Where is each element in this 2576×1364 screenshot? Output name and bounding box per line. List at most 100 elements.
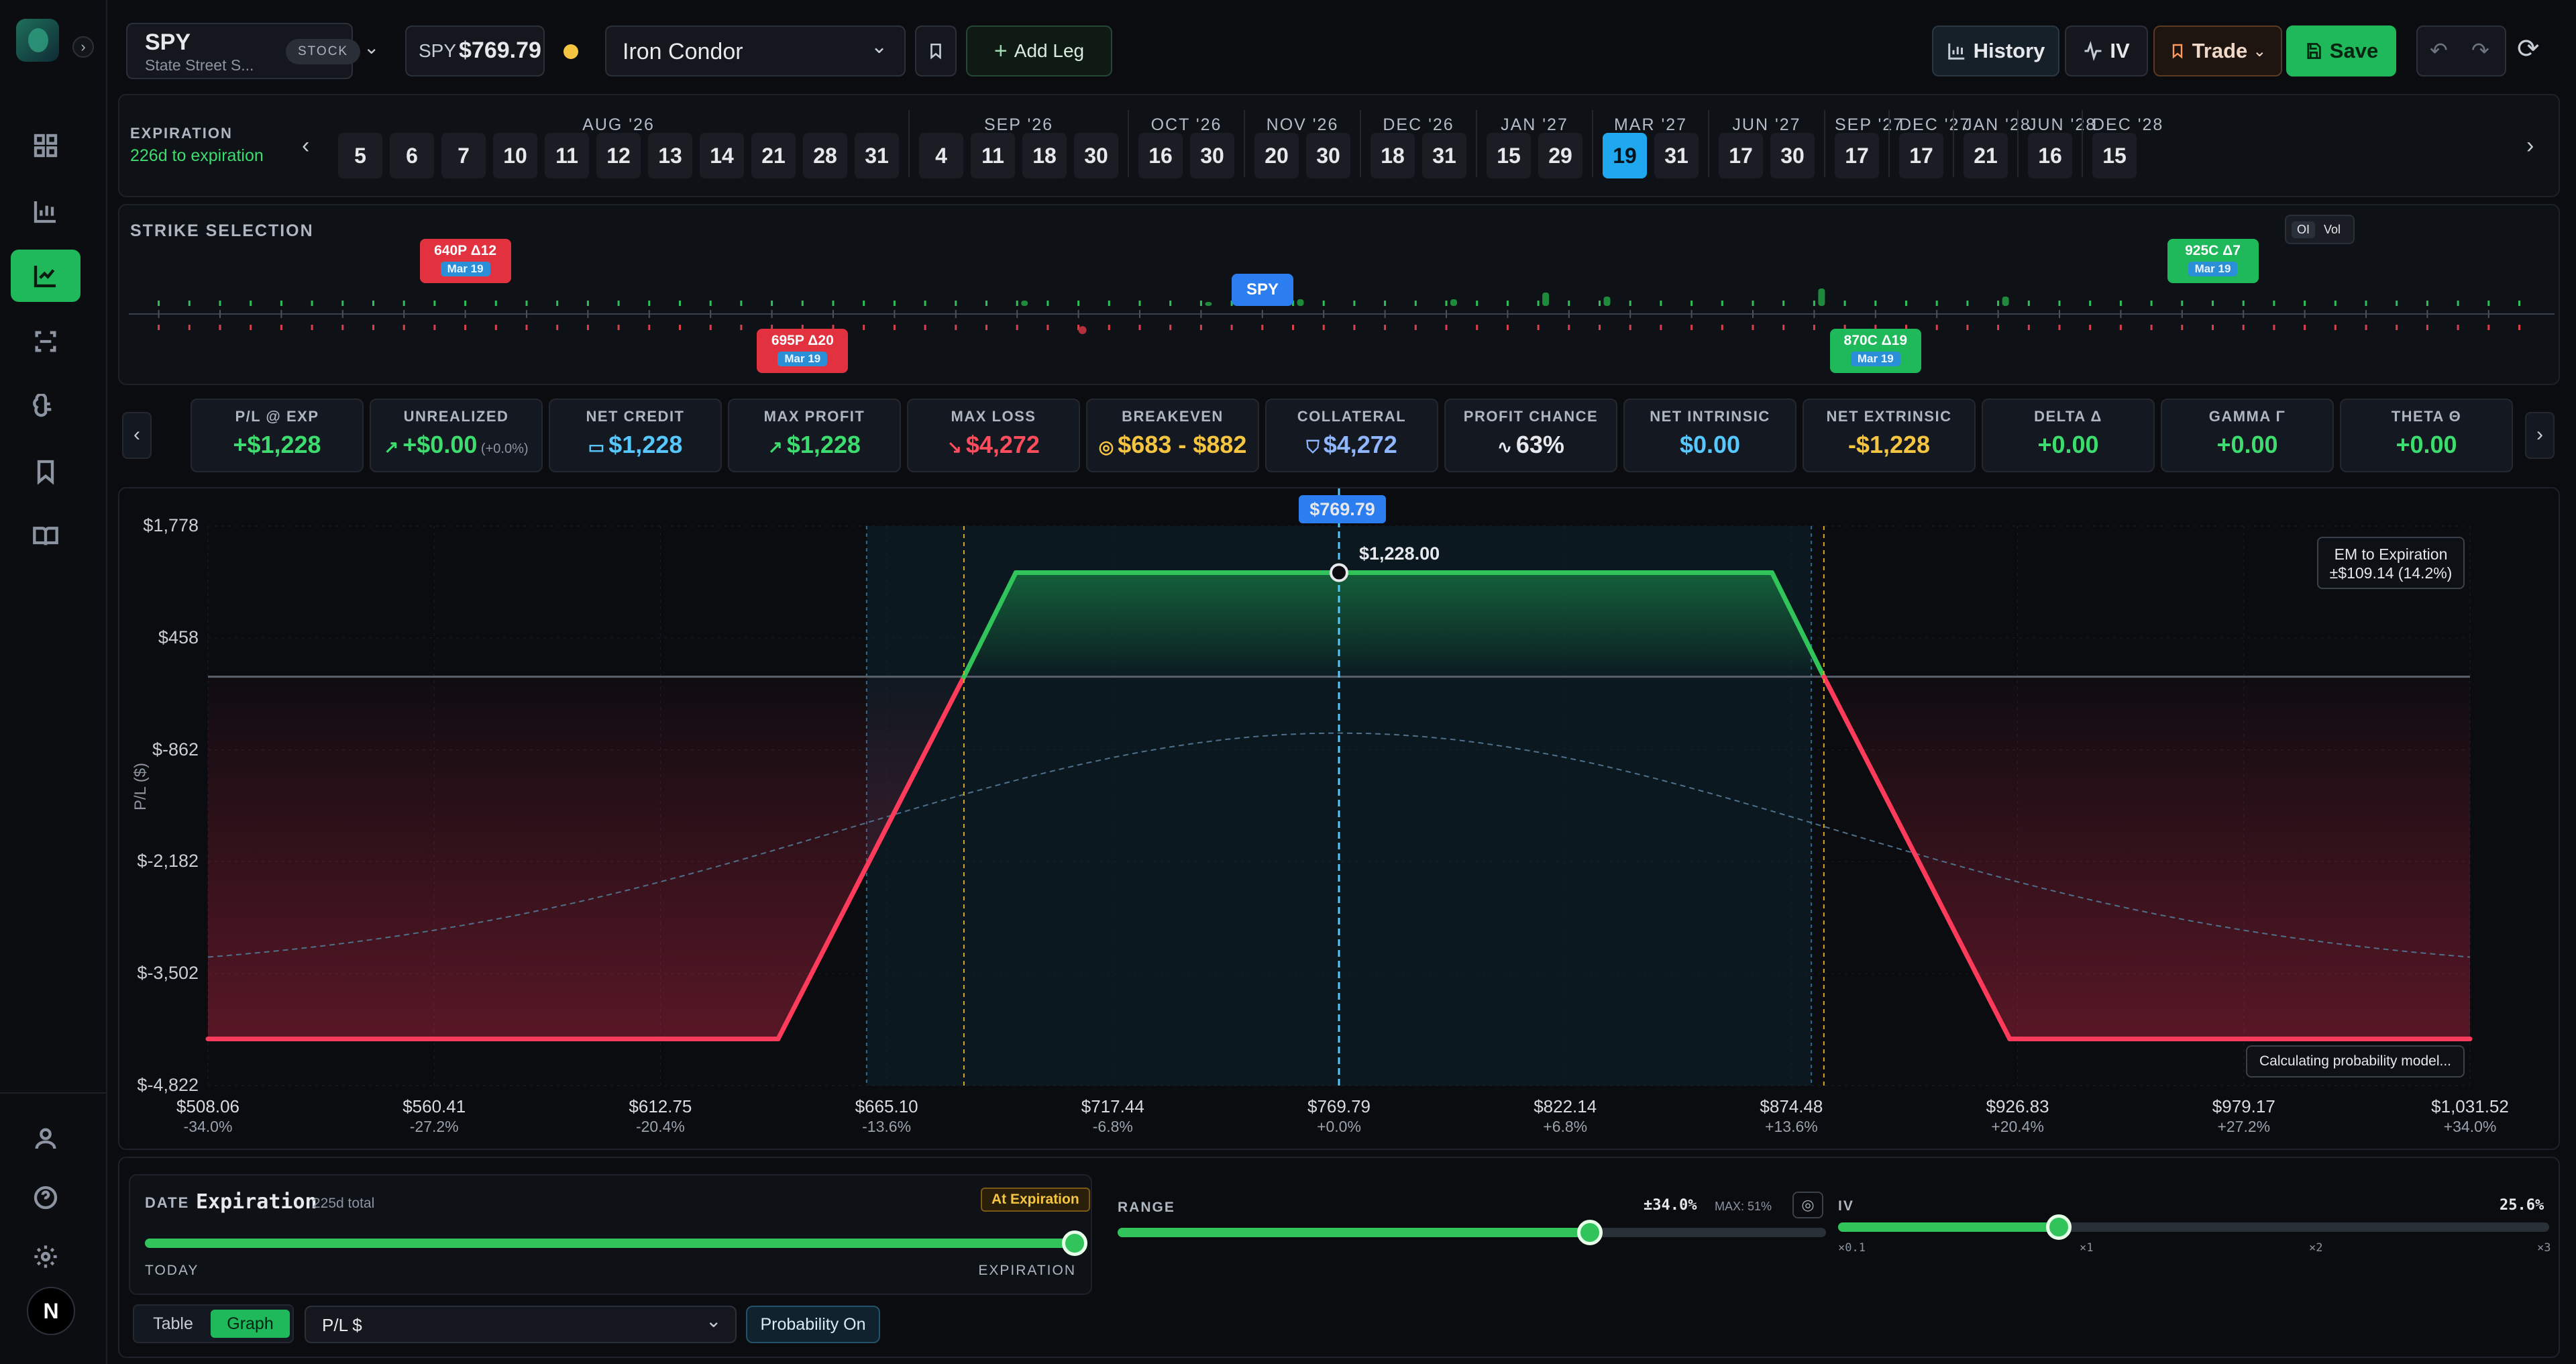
x-tick-price: $926.83 <box>1986 1096 2049 1116</box>
header-bar: SPY State Street S... STOCK ⌄ SPY $769.7… <box>118 9 2560 89</box>
rail-analytics[interactable] <box>11 185 80 238</box>
expiration-date-chip[interactable]: 5 <box>338 133 382 178</box>
expiration-date-chip[interactable]: 17 <box>1899 133 1943 178</box>
leg-tag-date: Mar 19 <box>2188 262 2238 276</box>
expiration-date-chip[interactable]: 30 <box>1770 133 1815 178</box>
metric-title: P/L @ EXP <box>235 408 319 425</box>
metric-value: ▭ $1,228 <box>550 431 720 459</box>
redo-icon[interactable]: ↷ <box>2471 38 2489 63</box>
iv-slider[interactable] <box>1838 1214 2549 1240</box>
expiration-date-chip[interactable]: 30 <box>1190 133 1234 178</box>
expiration-date-chip[interactable]: 17 <box>1835 133 1879 178</box>
x-axis-ticks: $508.06 -34.0% $560.41 -27.2% $612.75 -20.4% $… <box>119 488 2561 1151</box>
iv-slider-knob[interactable] <box>2045 1214 2072 1240</box>
x-tick-label: $822.14 +6.8% <box>1534 1096 1597 1137</box>
expiration-date-chip[interactable]: 12 <box>596 133 641 178</box>
line-chart-icon <box>34 266 56 288</box>
expiration-date-chip[interactable]: 16 <box>1138 133 1183 178</box>
spot-price-tag-label: $769.79 <box>1309 499 1375 519</box>
refresh-icon[interactable]: ⟳ <box>2517 34 2540 64</box>
app-root: › N SPY State Street S... STOCK ⌄ SPY $7… <box>0 0 2576 1364</box>
expiration-date-chip[interactable]: 15 <box>1487 133 1531 178</box>
expiration-date-chip[interactable]: 10 <box>493 133 537 178</box>
rail-scan[interactable] <box>11 315 80 368</box>
leg-tag[interactable]: 695P Δ20 Mar 19 <box>757 329 849 373</box>
metric-value: +0.00 <box>2162 431 2332 459</box>
expiration-date-chip[interactable]: 31 <box>855 133 899 178</box>
iv-button[interactable]: IV <box>2065 25 2148 76</box>
metric-value: ↘ $4,272 <box>908 431 1079 459</box>
month-label: JUN '27 <box>1732 115 1801 134</box>
expiration-date-chip[interactable]: 21 <box>751 133 796 178</box>
expand-sidebar-button[interactable]: › <box>72 36 94 58</box>
rail-profile[interactable] <box>11 1112 80 1165</box>
shield-icon: ⛉ <box>1306 437 1320 457</box>
expiration-date-chip[interactable]: 4 <box>919 133 963 178</box>
ticker-name: State Street S... <box>145 56 254 74</box>
rail-learn[interactable] <box>11 510 80 562</box>
expiration-date-chip[interactable]: 19 <box>1603 133 1647 178</box>
range-slider[interactable] <box>1118 1220 1826 1245</box>
x-tick-label: $508.06 -34.0% <box>176 1096 239 1137</box>
leg-tag[interactable]: 640P Δ12 Mar 19 <box>419 239 511 283</box>
expiration-date-chip[interactable]: 29 <box>1538 133 1582 178</box>
leg-tag-label: 870C Δ19 <box>1843 333 1908 348</box>
expected-move-box: EM to Expiration ±$109.14 (14.2%) <box>2317 537 2465 589</box>
rail-strategy[interactable] <box>11 250 80 302</box>
metrics-next-button[interactable]: › <box>2525 412 2555 459</box>
range-slider-knob[interactable] <box>1577 1220 1603 1245</box>
ticker-selector[interactable]: SPY State Street S... STOCK ⌄ <box>126 23 379 79</box>
expiration-date-chip[interactable]: 17 <box>1719 133 1763 178</box>
strategy-select[interactable]: Iron Condor ⌄ <box>605 25 906 76</box>
expiration-date-chip[interactable]: 30 <box>1074 133 1118 178</box>
date-slider-knob[interactable] <box>1062 1230 1087 1256</box>
view-graph-button[interactable]: Graph <box>211 1310 290 1338</box>
undo-icon[interactable]: ↶ <box>2430 38 2448 63</box>
x-tick-label: $926.83 +20.4% <box>1986 1096 2049 1137</box>
save-button[interactable]: Save <box>2286 25 2396 76</box>
expiration-date-chip[interactable]: 21 <box>1964 133 2008 178</box>
metric-title: MAX LOSS <box>951 408 1036 425</box>
rail-settings[interactable] <box>11 1230 80 1283</box>
metrics-prev-button[interactable]: ‹ <box>122 412 152 459</box>
expiration-date-chip[interactable]: 31 <box>1422 133 1466 178</box>
rail-help[interactable] <box>11 1171 80 1224</box>
leg-tag[interactable]: 870C Δ19 Mar 19 <box>1829 329 1921 373</box>
metrics-row: ‹ › P/L @ EXP +$1,228 UNREALIZED ↗ +$0.00 (+… <box>118 389 2560 483</box>
expiration-date-chip[interactable]: 18 <box>1022 133 1067 178</box>
leg-tag[interactable]: 925C Δ7 Mar 19 <box>2167 239 2259 283</box>
help-icon <box>34 1186 58 1210</box>
rail-dashboard[interactable] <box>11 119 80 172</box>
expiration-date-chip[interactable]: 31 <box>1654 133 1699 178</box>
expiration-date-chip[interactable]: 18 <box>1371 133 1415 178</box>
expiration-date-chip[interactable]: 11 <box>545 133 589 178</box>
app-logo[interactable] <box>16 19 59 62</box>
target-icon[interactable]: ◎ <box>1792 1192 1823 1218</box>
probability-toggle[interactable]: Probability On <box>746 1306 880 1343</box>
month-separator <box>1708 110 1709 177</box>
date-slider[interactable] <box>145 1230 1087 1256</box>
expiration-date-chip[interactable]: 28 <box>803 133 847 178</box>
chart-panel: P/L ($) $1,778 $458 $-862 $-2,182 $-3,502 $-4… <box>118 487 2560 1150</box>
expiration-date-chip[interactable]: 14 <box>700 133 744 178</box>
expiration-date-chip[interactable]: 6 <box>390 133 434 178</box>
expiration-date-chip[interactable]: 15 <box>2092 133 2137 178</box>
add-leg-button[interactable]: + Add Leg <box>966 25 1112 76</box>
expiration-date-chip[interactable]: 7 <box>441 133 486 178</box>
rail-ai[interactable] <box>11 381 80 433</box>
expiration-date-chip[interactable]: 11 <box>971 133 1015 178</box>
x-tick-price: $665.10 <box>855 1096 918 1116</box>
history-button[interactable]: History <box>1932 25 2059 76</box>
expiration-date-chip[interactable]: 16 <box>2028 133 2072 178</box>
trade-button[interactable]: Trade ⌄ <box>2153 25 2282 76</box>
bookmark-strategy-button[interactable] <box>915 25 957 76</box>
expiration-date-chip[interactable]: 20 <box>1254 133 1299 178</box>
avatar[interactable]: N <box>27 1287 75 1335</box>
expiration-date-chip[interactable]: 13 <box>648 133 692 178</box>
metric-select[interactable]: P/L $ ⌄ <box>305 1306 737 1343</box>
undo-redo-group: ↶ ↷ <box>2416 25 2506 76</box>
rail-bookmarks[interactable] <box>11 445 80 498</box>
view-table-button[interactable]: Table <box>138 1310 208 1338</box>
bookmark-icon <box>2172 44 2182 59</box>
expiration-date-chip[interactable]: 30 <box>1306 133 1350 178</box>
